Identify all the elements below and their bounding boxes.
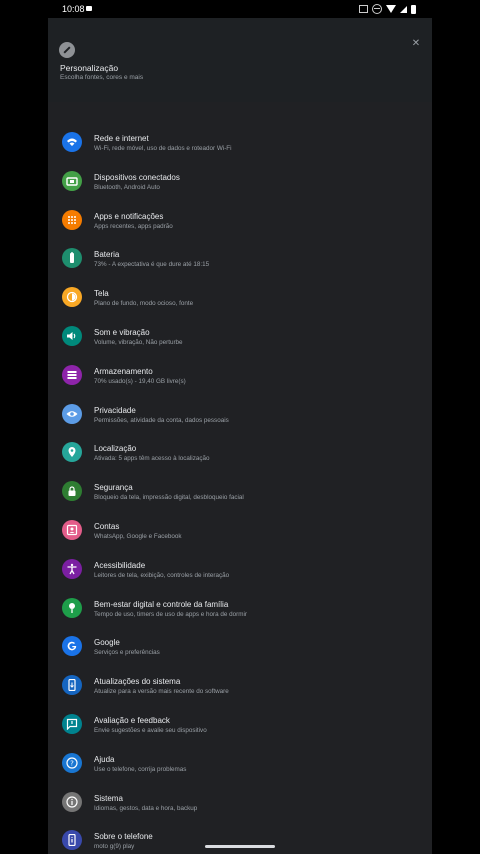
item-subtitle: Bluetooth, Android Auto xyxy=(94,183,160,191)
signal-icon xyxy=(400,5,407,13)
settings-item[interactable]: Localização Ativada: 5 apps têm acesso à… xyxy=(48,432,432,471)
google-icon xyxy=(62,636,82,657)
settings-item[interactable]: Dispositivos conectados Bluetooth, Andro… xyxy=(48,161,432,200)
item-subtitle: Tempo de uso, timers de uso de apps e ho… xyxy=(94,610,247,618)
item-title: Contas xyxy=(94,521,120,531)
item-subtitle: Atualize para a versão mais recente do s… xyxy=(94,688,229,696)
wifi-icon xyxy=(62,132,82,152)
item-title: Rede e internet xyxy=(94,134,149,143)
item-title: Bateria xyxy=(94,250,120,260)
settings-app: ✕ Personalização Escolha fontes, cores e… xyxy=(48,18,432,854)
wifi-status-icon xyxy=(386,5,396,13)
item-title: Localização xyxy=(94,444,137,454)
display-icon xyxy=(62,287,82,308)
settings-item[interactable]: Contas WhatsApp, Google e Facebook xyxy=(48,510,432,549)
status-icons xyxy=(359,4,416,14)
item-subtitle: 73% - A expectativa é que dure até 18:15 xyxy=(94,261,210,269)
item-subtitle: Use o telefone, corrija problemas xyxy=(94,765,187,773)
item-title: Som e vibração xyxy=(94,327,150,337)
item-subtitle: Idiomas, gestos, data e hora, backup xyxy=(94,804,198,812)
settings-item[interactable]: Sistema Idiomas, gestos, data e hora, ba… xyxy=(48,782,432,821)
item-title: Sistema xyxy=(94,793,123,803)
settings-item[interactable]: Segurança Bloqueio da tela, impressão di… xyxy=(48,471,432,510)
item-title: Bem-estar digital e controle da família xyxy=(94,599,229,609)
accessibility-icon xyxy=(62,558,82,579)
settings-item[interactable]: Apps e notificações Apps recentes, apps … xyxy=(48,200,432,239)
svg-text:?: ? xyxy=(70,759,74,767)
settings-item[interactable]: Tela Plano de fundo, modo ocioso, fonte xyxy=(48,277,432,316)
battery-icon xyxy=(62,248,82,269)
item-title: Dispositivos conectados xyxy=(94,172,180,182)
settings-item[interactable]: Rede e internet Wi-Fi, rede móvel, uso d… xyxy=(48,122,432,161)
settings-item[interactable]: Sobre o telefone moto g(9) play xyxy=(48,820,432,854)
apps-icon xyxy=(62,209,82,230)
phone-icon xyxy=(62,830,82,851)
location-icon xyxy=(62,442,82,463)
privacy-icon xyxy=(62,403,82,424)
settings-item[interactable]: Bateria 73% - A expectativa é que dure a… xyxy=(48,238,432,277)
item-title: Ajuda xyxy=(94,754,115,764)
item-title: Sobre o telefone xyxy=(94,832,153,842)
item-title: Atualizações do sistema xyxy=(94,677,181,687)
storage-icon xyxy=(62,364,82,385)
item-subtitle: Serviços e preferências xyxy=(94,649,160,657)
settings-item[interactable]: Privacidade Permissões, atividade da con… xyxy=(48,394,432,433)
home-gesture-bar[interactable] xyxy=(205,845,275,848)
settings-item[interactable]: Atualizações do sistema Atualize para a … xyxy=(48,665,432,704)
settings-item[interactable]: ? Ajuda Use o telefone, corrija problema… xyxy=(48,743,432,782)
item-subtitle: Permissões, atividade da conta, dados pe… xyxy=(94,416,229,424)
item-title: Tela xyxy=(94,289,109,299)
item-subtitle: WhatsApp, Google e Facebook xyxy=(94,532,182,540)
status-time: 10:08 xyxy=(62,4,85,14)
system-update-icon xyxy=(62,675,82,696)
settings-item[interactable]: Som e vibração Volume, vibração, Não per… xyxy=(48,316,432,355)
settings-item[interactable]: Avaliação e feedback Envie sugestões e a… xyxy=(48,704,432,743)
lock-icon xyxy=(62,481,82,502)
item-subtitle: Envie sugestões e avalie seu dispositivo xyxy=(94,726,207,734)
item-title: Privacidade xyxy=(94,405,136,415)
item-subtitle: Bloqueio da tela, impressão digital, des… xyxy=(94,494,244,502)
item-subtitle: Ativada: 5 apps têm acesso à localização xyxy=(94,455,210,463)
personalization-subtitle: Escolha fontes, cores e mais xyxy=(60,74,144,81)
cast-icon xyxy=(86,6,92,11)
personalization-card[interactable]: ✕ Personalização Escolha fontes, cores e… xyxy=(48,18,432,102)
info-icon xyxy=(62,791,82,812)
item-subtitle: Volume, vibração, Não perturbe xyxy=(94,338,183,346)
item-title: Armazenamento xyxy=(94,366,153,376)
close-icon[interactable]: ✕ xyxy=(410,38,422,50)
personalization-title: Personalização xyxy=(60,63,119,73)
settings-list: Rede e internet Wi-Fi, rede móvel, uso d… xyxy=(48,102,432,854)
item-title: Segurança xyxy=(94,483,133,493)
status-bar: 10:08 xyxy=(48,0,432,18)
help-icon: ? xyxy=(62,752,82,773)
volume-icon xyxy=(62,325,82,346)
item-subtitle: Apps recentes, apps padrão xyxy=(94,222,173,230)
item-subtitle: Leitores de tela, exibição, controles de… xyxy=(94,571,230,579)
devices-icon xyxy=(62,170,82,191)
item-title: Apps e notificações xyxy=(94,211,164,221)
account-icon xyxy=(62,519,82,540)
item-title: Acessibilidade xyxy=(94,560,146,570)
item-subtitle: Wi-Fi, rede móvel, uso de dados e rotead… xyxy=(94,145,232,152)
feedback-icon xyxy=(62,713,82,734)
battery-status-icon xyxy=(411,4,416,14)
do-not-disturb-icon xyxy=(372,4,382,14)
brush-icon xyxy=(59,42,75,58)
notification-icon xyxy=(359,5,368,13)
item-title: Avaliação e feedback xyxy=(94,715,170,725)
settings-item[interactable]: Google Serviços e preferências xyxy=(48,626,432,665)
item-title: Google xyxy=(94,638,120,648)
item-subtitle: Plano de fundo, modo ocioso, fonte xyxy=(94,300,194,308)
settings-item[interactable]: Armazenamento 70% usado(s) - 19,40 GB li… xyxy=(48,355,432,394)
settings-item[interactable]: Acessibilidade Leitores de tela, exibiçã… xyxy=(48,549,432,588)
settings-item[interactable]: Bem-estar digital e controle da família … xyxy=(48,588,432,627)
item-subtitle: 70% usado(s) - 19,40 GB livre(s) xyxy=(94,377,186,385)
wellbeing-icon xyxy=(62,597,82,618)
item-subtitle: moto g(9) play xyxy=(94,843,135,851)
